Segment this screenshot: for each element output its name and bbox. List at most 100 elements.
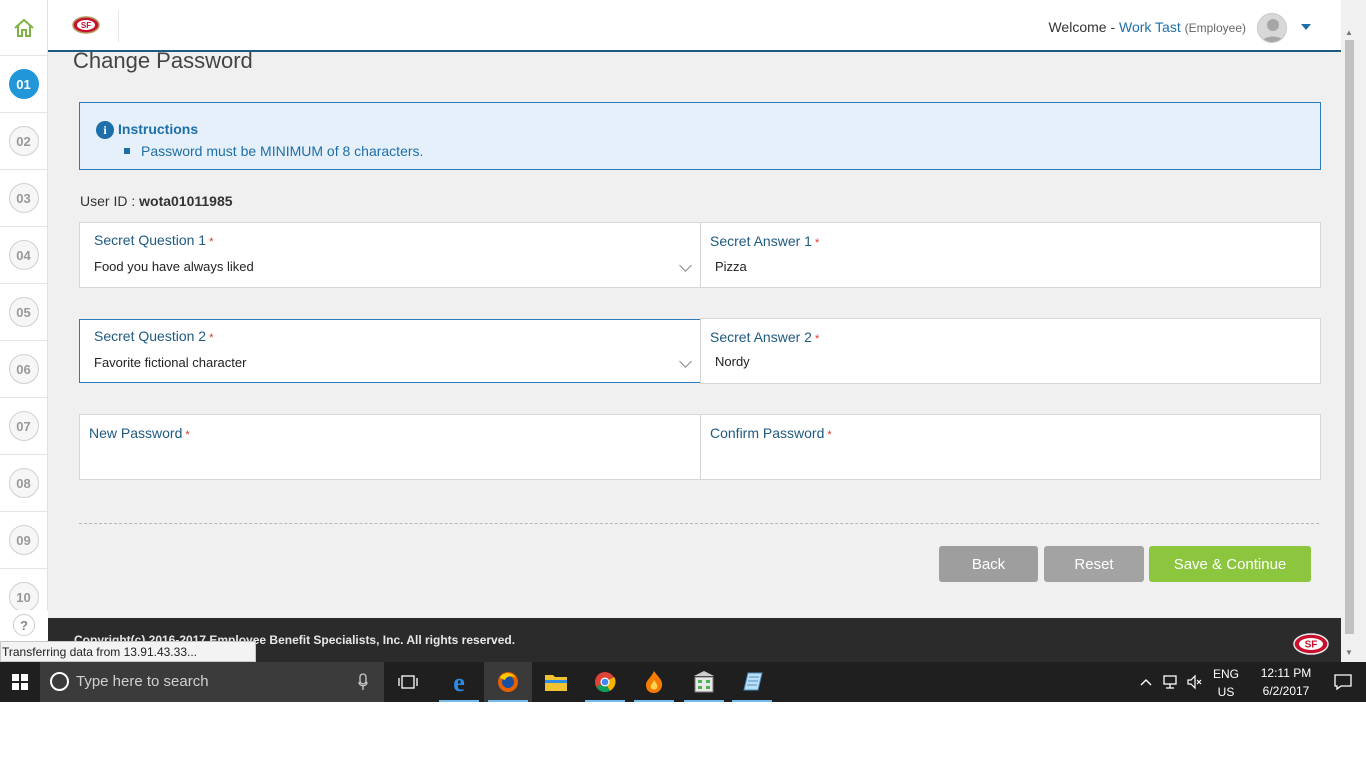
step-number: 08 [8, 468, 39, 498]
taskbar-app-flame[interactable] [630, 662, 678, 702]
step-02[interactable]: 02 [0, 113, 47, 170]
step-04[interactable]: 04 [0, 227, 47, 284]
section-divider [79, 523, 1319, 524]
edge-browser-icon: e [453, 670, 465, 694]
confirm-password-input[interactable]: Confirm Password * [700, 414, 1321, 480]
taskbar-app-network[interactable] [680, 662, 728, 702]
secret-question-1-select[interactable]: Secret Question 1 * Food you have always … [79, 222, 701, 288]
search-placeholder: Type here to search [76, 673, 209, 690]
step-number: 05 [8, 297, 39, 327]
chevron-down-icon [679, 259, 692, 272]
input-value: Pizza [715, 259, 747, 274]
scroll-down-icon[interactable]: ▼ [1345, 648, 1353, 657]
field-label: Confirm Password * [710, 425, 832, 441]
network-app-icon [694, 671, 714, 693]
user-id: User ID : wota01011985 [80, 193, 233, 209]
cortana-icon [50, 672, 69, 691]
user-name[interactable]: Work Tast [1119, 19, 1181, 35]
clock[interactable]: 12:11 PM 6/2/2017 [1250, 666, 1322, 698]
svg-text:SF: SF [81, 21, 91, 30]
microphone-icon[interactable] [358, 673, 368, 691]
help-button[interactable]: ? [0, 610, 48, 640]
save-continue-button[interactable]: Save & Continue [1149, 546, 1311, 582]
instructions-title: Instructions [118, 121, 199, 137]
team-logo-icon: SF [1293, 633, 1329, 655]
step-number: 07 [8, 411, 39, 441]
chrome-icon [595, 672, 616, 693]
taskbar-edge[interactable]: e [435, 662, 483, 702]
svg-text:e: e [453, 670, 465, 694]
footer-logo: SF [1293, 633, 1329, 660]
home-button[interactable] [0, 0, 47, 56]
network-tray-button[interactable] [1162, 673, 1180, 696]
chevron-up-icon [1140, 679, 1152, 686]
taskbar-chrome[interactable] [581, 662, 629, 702]
step-number: 06 [8, 354, 39, 384]
chevron-down-icon [679, 355, 692, 368]
user-avatar-icon [1261, 19, 1285, 42]
volume-muted-icon [1187, 674, 1202, 690]
task-view-icon [398, 675, 418, 689]
info-icon: i [96, 121, 114, 139]
browser-viewport: 01 02 03 04 05 06 07 08 09 10 ? SF Welco… [0, 0, 1366, 662]
field-label: Secret Question 1 * [94, 232, 214, 248]
selected-value: Favorite fictional character [94, 355, 247, 370]
step-07[interactable]: 07 [0, 398, 47, 455]
show-hidden-icons-button[interactable] [1140, 674, 1152, 692]
welcome-text: Welcome - Work Tast (Employee) [1048, 19, 1246, 35]
selected-value: Food you have always liked [94, 259, 254, 274]
bullet-icon [124, 148, 130, 154]
field-label: New Password * [89, 425, 190, 441]
taskbar-search[interactable]: Type here to search [40, 662, 384, 702]
secret-question-2-select[interactable]: Secret Question 2 * Favorite fictional ch… [79, 319, 701, 383]
new-password-input[interactable]: New Password * [79, 414, 701, 480]
step-05[interactable]: 05 [0, 284, 47, 341]
input-value: Nordy [715, 354, 750, 369]
user-id-value: wota01011985 [139, 193, 233, 209]
brand-logo[interactable]: SF [72, 16, 100, 39]
app-header: SF Welcome - Work Tast (Employee) [48, 0, 1341, 52]
step-number: 04 [8, 240, 39, 270]
folder-icon [545, 675, 567, 691]
action-center-button[interactable] [1334, 673, 1352, 696]
step-number: 10 [8, 582, 39, 612]
taskbar-firefox[interactable] [484, 662, 532, 702]
input-language[interactable]: ENG US [1206, 667, 1246, 699]
instruction-item: Password must be MINIMUM of 8 characters… [141, 143, 424, 159]
step-08[interactable]: 08 [0, 455, 47, 512]
page-title: Change Password [73, 48, 253, 73]
step-number: 03 [8, 183, 39, 213]
user-menu-caret-icon[interactable] [1301, 24, 1311, 30]
home-icon [13, 18, 34, 37]
step-number: 09 [8, 525, 39, 555]
taskbar-file-explorer[interactable] [532, 662, 580, 702]
volume-tray-button[interactable] [1186, 673, 1204, 696]
notifications-icon [1334, 674, 1352, 691]
secret-answer-2-input[interactable]: Secret Answer 2 * Nordy [700, 318, 1321, 384]
back-button[interactable]: Back [939, 546, 1038, 582]
field-label: Secret Answer 2 * [710, 329, 820, 345]
field-label: Secret Answer 1 * [710, 233, 820, 249]
notebook-app-icon [743, 672, 763, 691]
windows-taskbar: Type here to search e ENG US 12:11 PM 6/… [0, 662, 1366, 702]
taskbar-app-notebook[interactable] [728, 662, 776, 702]
vertical-scrollbar[interactable]: ▲ ▼ [1341, 0, 1358, 662]
scrollbar-thumb[interactable] [1345, 40, 1354, 634]
reset-button[interactable]: Reset [1044, 546, 1144, 582]
avatar[interactable] [1257, 13, 1287, 43]
secret-answer-1-input[interactable]: Secret Answer 1 * Pizza [700, 222, 1321, 288]
step-06[interactable]: 06 [0, 341, 47, 398]
step-number: 01 [8, 69, 39, 99]
user-id-label: User ID : [80, 193, 136, 209]
start-button[interactable] [0, 662, 40, 702]
help-icon: ? [13, 614, 35, 636]
header-divider [118, 10, 119, 42]
step-09[interactable]: 09 [0, 512, 47, 569]
system-tray: ENG US 12:11 PM 6/2/2017 [1126, 662, 1366, 702]
browser-status-bar: Transferring data from 13.91.43.33... [0, 641, 256, 662]
step-03[interactable]: 03 [0, 170, 47, 227]
step-01[interactable]: 01 [0, 56, 47, 113]
task-view-button[interactable] [384, 662, 432, 702]
field-label: Secret Question 2 * [94, 328, 214, 344]
scroll-up-icon[interactable]: ▲ [1345, 28, 1353, 37]
